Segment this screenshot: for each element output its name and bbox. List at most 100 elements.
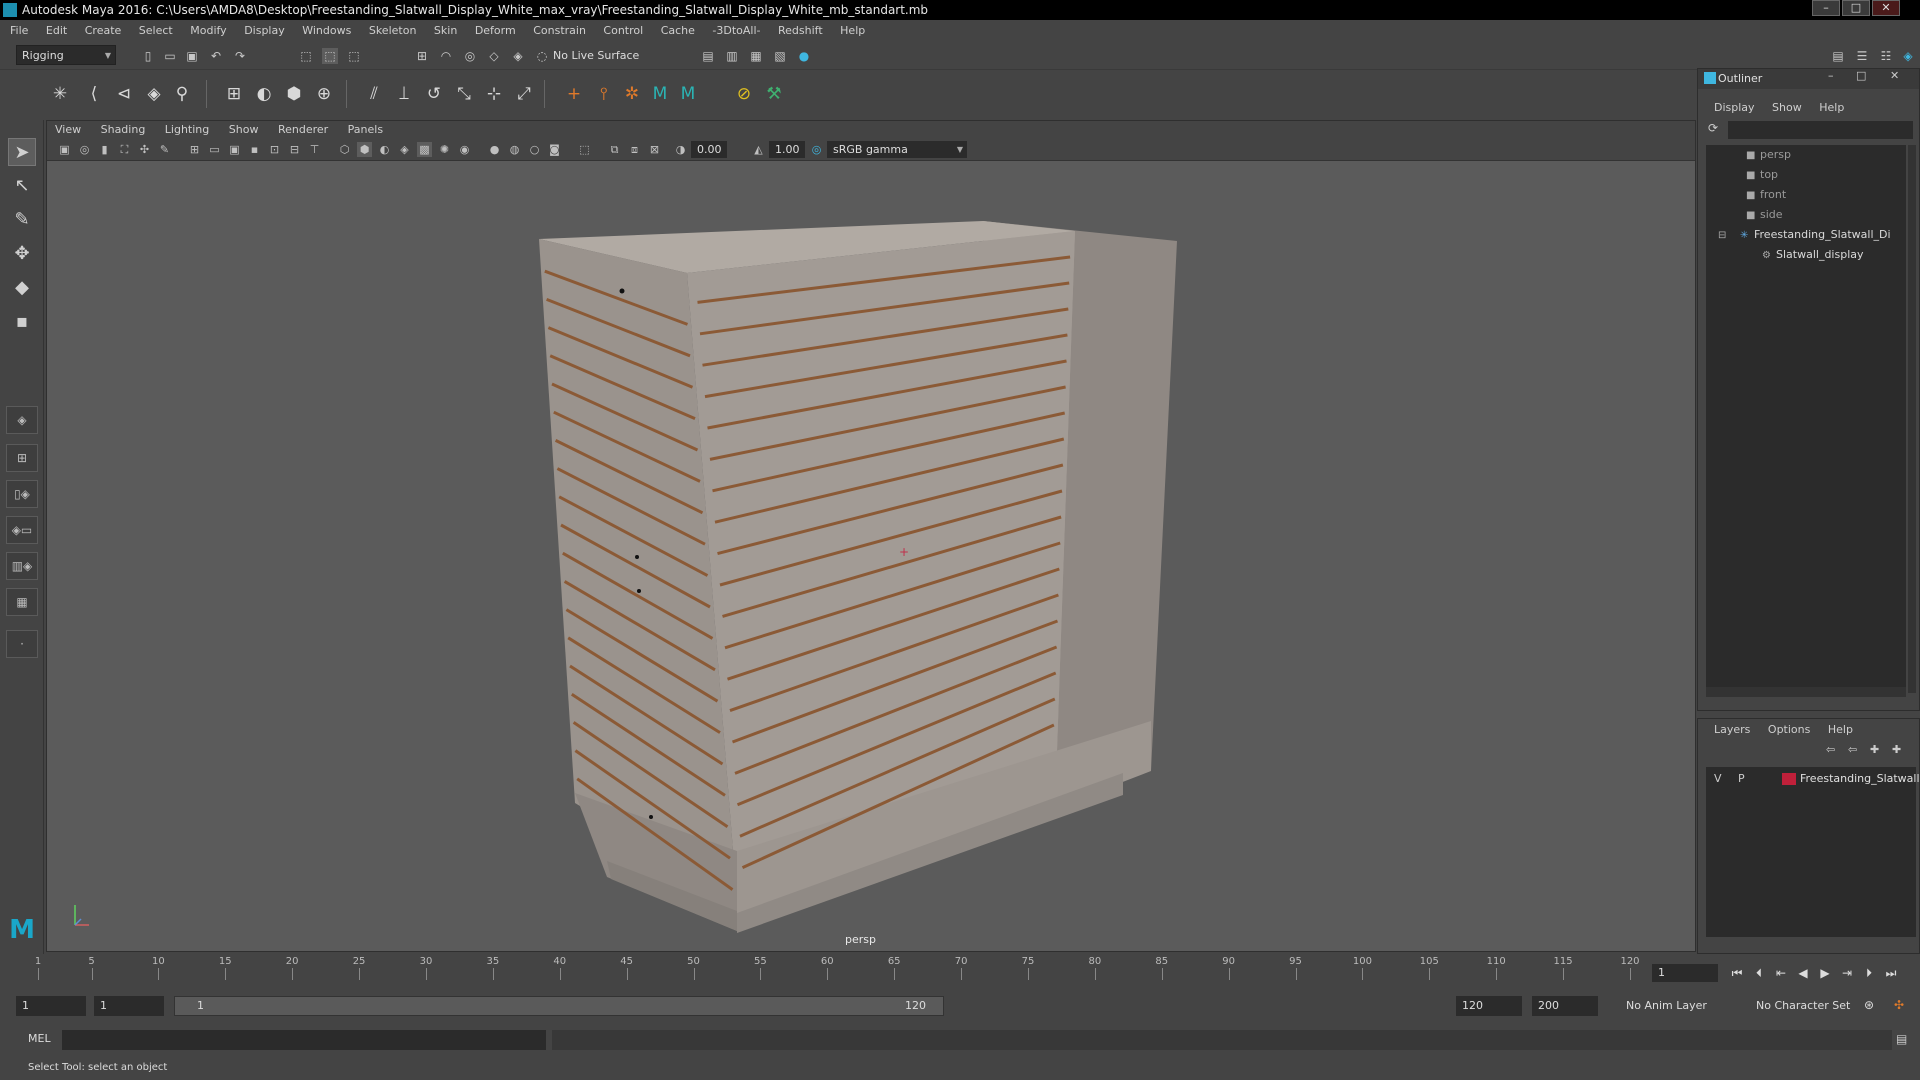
- resolution-gate-icon[interactable]: ▣: [227, 142, 242, 157]
- menu-file[interactable]: File: [10, 20, 28, 42]
- step-back-key-icon[interactable]: ⇤: [1772, 964, 1790, 982]
- grease-pencil-icon[interactable]: ✎: [157, 142, 172, 157]
- outliner-item-side[interactable]: ■ side: [1706, 205, 1906, 225]
- outliner-filter-icon[interactable]: ⟳: [1708, 121, 1718, 135]
- snap-live-icon[interactable]: ◌: [534, 48, 550, 64]
- close-icon[interactable]: ✕: [1872, 0, 1900, 16]
- panel-menu-shading[interactable]: Shading: [101, 121, 146, 139]
- menuset-dropdown[interactable]: Rigging: [16, 45, 116, 66]
- layout-extra-icon[interactable]: ·: [6, 630, 38, 658]
- snap-point-icon[interactable]: ◎: [462, 48, 478, 64]
- menu-cache[interactable]: Cache: [661, 20, 695, 42]
- paint-select-icon[interactable]: ✎: [8, 206, 36, 234]
- outliner-menu-help[interactable]: Help: [1819, 99, 1844, 117]
- rotate-tool-icon[interactable]: ◆: [8, 274, 36, 302]
- playback-end-field[interactable]: 120: [1456, 996, 1522, 1016]
- layer-row[interactable]: V P Freestanding_Slatwall: [1706, 769, 1920, 789]
- parent-constraint-icon[interactable]: ⫽: [362, 82, 386, 106]
- menu-windows[interactable]: Windows: [302, 20, 351, 42]
- motion-blur-icon[interactable]: ◍: [507, 142, 522, 157]
- locator-icon[interactable]: +: [562, 82, 586, 106]
- use-default-material-icon[interactable]: ◐: [377, 142, 392, 157]
- preferences-icon[interactable]: ✣: [1890, 996, 1908, 1014]
- select-hierarchy-icon[interactable]: ⬚: [298, 48, 314, 64]
- scale-tool-icon[interactable]: ▪: [8, 308, 36, 336]
- panel-menu-lighting[interactable]: Lighting: [165, 121, 209, 139]
- wireframe-on-shaded-icon[interactable]: ◈: [397, 142, 412, 157]
- menu-constrain[interactable]: Constrain: [533, 20, 586, 42]
- outliner-item-top[interactable]: ■ top: [1706, 165, 1906, 185]
- use-all-lights-icon[interactable]: ✺: [437, 142, 452, 157]
- tool-settings-icon[interactable]: ☷: [1878, 48, 1894, 64]
- safe-title-icon[interactable]: ⊤: [307, 142, 322, 157]
- grid-icon[interactable]: ⊞: [187, 142, 202, 157]
- isolate-select-icon[interactable]: ⬚: [577, 142, 592, 157]
- go-to-end-icon[interactable]: ⏭: [1882, 964, 1900, 982]
- current-frame-field[interactable]: 1: [1652, 964, 1718, 982]
- cluster-icon[interactable]: ⊕: [312, 82, 336, 106]
- new-empty-layer-icon[interactable]: ✚: [1870, 743, 1879, 756]
- collapse-icon[interactable]: ⊟: [1718, 226, 1732, 245]
- layer-visibility-toggle[interactable]: V: [1714, 769, 1722, 789]
- depth-of-field-icon[interactable]: ◙: [547, 142, 562, 157]
- lasso-tool-icon[interactable]: ↖: [8, 172, 36, 200]
- scene-canvas[interactable]: +: [47, 161, 1695, 951]
- bookmark-icon[interactable]: ▮: [97, 142, 112, 157]
- panel-menu-panels[interactable]: Panels: [348, 121, 383, 139]
- menu-display[interactable]: Display: [244, 20, 285, 42]
- color-management-icon[interactable]: ◎: [809, 142, 824, 157]
- play-backwards-icon[interactable]: ◀: [1794, 964, 1812, 982]
- undo-icon[interactable]: ↶: [208, 48, 224, 64]
- select-tool-icon[interactable]: ➤: [8, 138, 36, 166]
- menu-create[interactable]: Create: [85, 20, 122, 42]
- modeling-toolkit-icon[interactable]: ▤: [1830, 48, 1846, 64]
- orient-constraint-icon[interactable]: ↺: [422, 82, 446, 106]
- viewport-panel[interactable]: View Shading Lighting Show Renderer Pane…: [46, 120, 1696, 952]
- four-view-layout-icon[interactable]: ⊞: [6, 444, 38, 472]
- menu-redshift[interactable]: Redshift: [778, 20, 823, 42]
- shadows-icon[interactable]: ◉: [457, 142, 472, 157]
- outliner-menu-show[interactable]: Show: [1772, 99, 1802, 117]
- playback-start-field[interactable]: 1: [94, 996, 164, 1016]
- blend-shape-icon[interactable]: ⚒: [762, 82, 786, 106]
- menu-skin[interactable]: Skin: [434, 20, 457, 42]
- hik-character-icon[interactable]: ✲: [620, 82, 644, 106]
- script-editor-icon[interactable]: ▤: [1896, 1032, 1907, 1046]
- outliner-item-slatwall-display[interactable]: ⚙ Slatwall_display: [1706, 245, 1906, 265]
- gate-mask-icon[interactable]: ▪: [247, 142, 262, 157]
- auto-key-icon[interactable]: ⊛: [1860, 996, 1878, 1014]
- menu-control[interactable]: Control: [603, 20, 643, 42]
- outliner-close-icon[interactable]: ✕: [1890, 69, 1899, 82]
- outliner-search-input[interactable]: [1728, 121, 1913, 139]
- outliner-minimize-icon[interactable]: –: [1828, 69, 1834, 82]
- step-forward-frame-icon[interactable]: ⏵: [1860, 964, 1878, 982]
- character-set-dropdown[interactable]: No Character Set: [1750, 996, 1874, 1016]
- snap-surface-icon[interactable]: ◈: [510, 48, 526, 64]
- screen-space-ao-icon[interactable]: ●: [487, 142, 502, 157]
- aim-constraint-icon[interactable]: ⊹: [482, 82, 506, 106]
- outliner-vertical-scrollbar[interactable]: [1908, 145, 1916, 693]
- move-tool-icon[interactable]: ✥: [8, 240, 36, 268]
- hik-control-rig-icon[interactable]: M: [676, 82, 700, 106]
- range-bar[interactable]: 1 120: [174, 996, 944, 1016]
- snap-view-plane-icon[interactable]: ◇: [486, 48, 502, 64]
- 2d-pan-zoom-icon[interactable]: ✣: [137, 142, 152, 157]
- render-view-icon[interactable]: ▤: [700, 48, 716, 64]
- go-to-start-icon[interactable]: ⏮: [1728, 964, 1746, 982]
- panel-menu-show[interactable]: Show: [229, 121, 259, 139]
- joint-tool-icon[interactable]: ✳: [48, 82, 72, 106]
- anim-layer-dropdown[interactable]: No Anim Layer: [1620, 996, 1744, 1016]
- select-component-icon[interactable]: ⬚: [346, 48, 362, 64]
- outliner-item-freestanding[interactable]: ⊟ ✳ Freestanding_Slatwall_Di: [1706, 225, 1906, 245]
- image-plane-icon[interactable]: ⛶: [117, 142, 132, 157]
- mirror-joint-icon[interactable]: ◈: [142, 82, 166, 106]
- step-back-frame-icon[interactable]: ⏴: [1750, 964, 1768, 982]
- outliner-menu-display[interactable]: Display: [1714, 99, 1755, 117]
- layer-color-swatch[interactable]: [1782, 773, 1796, 785]
- quick-rig-icon[interactable]: ⚲: [170, 82, 194, 106]
- custom-layout-icon[interactable]: ▦: [6, 588, 38, 616]
- human-ik-icon[interactable]: M: [648, 82, 672, 106]
- save-scene-icon[interactable]: ▣: [184, 48, 200, 64]
- layer-playback-toggle[interactable]: P: [1738, 769, 1745, 789]
- layer-menu-help[interactable]: Help: [1828, 721, 1853, 739]
